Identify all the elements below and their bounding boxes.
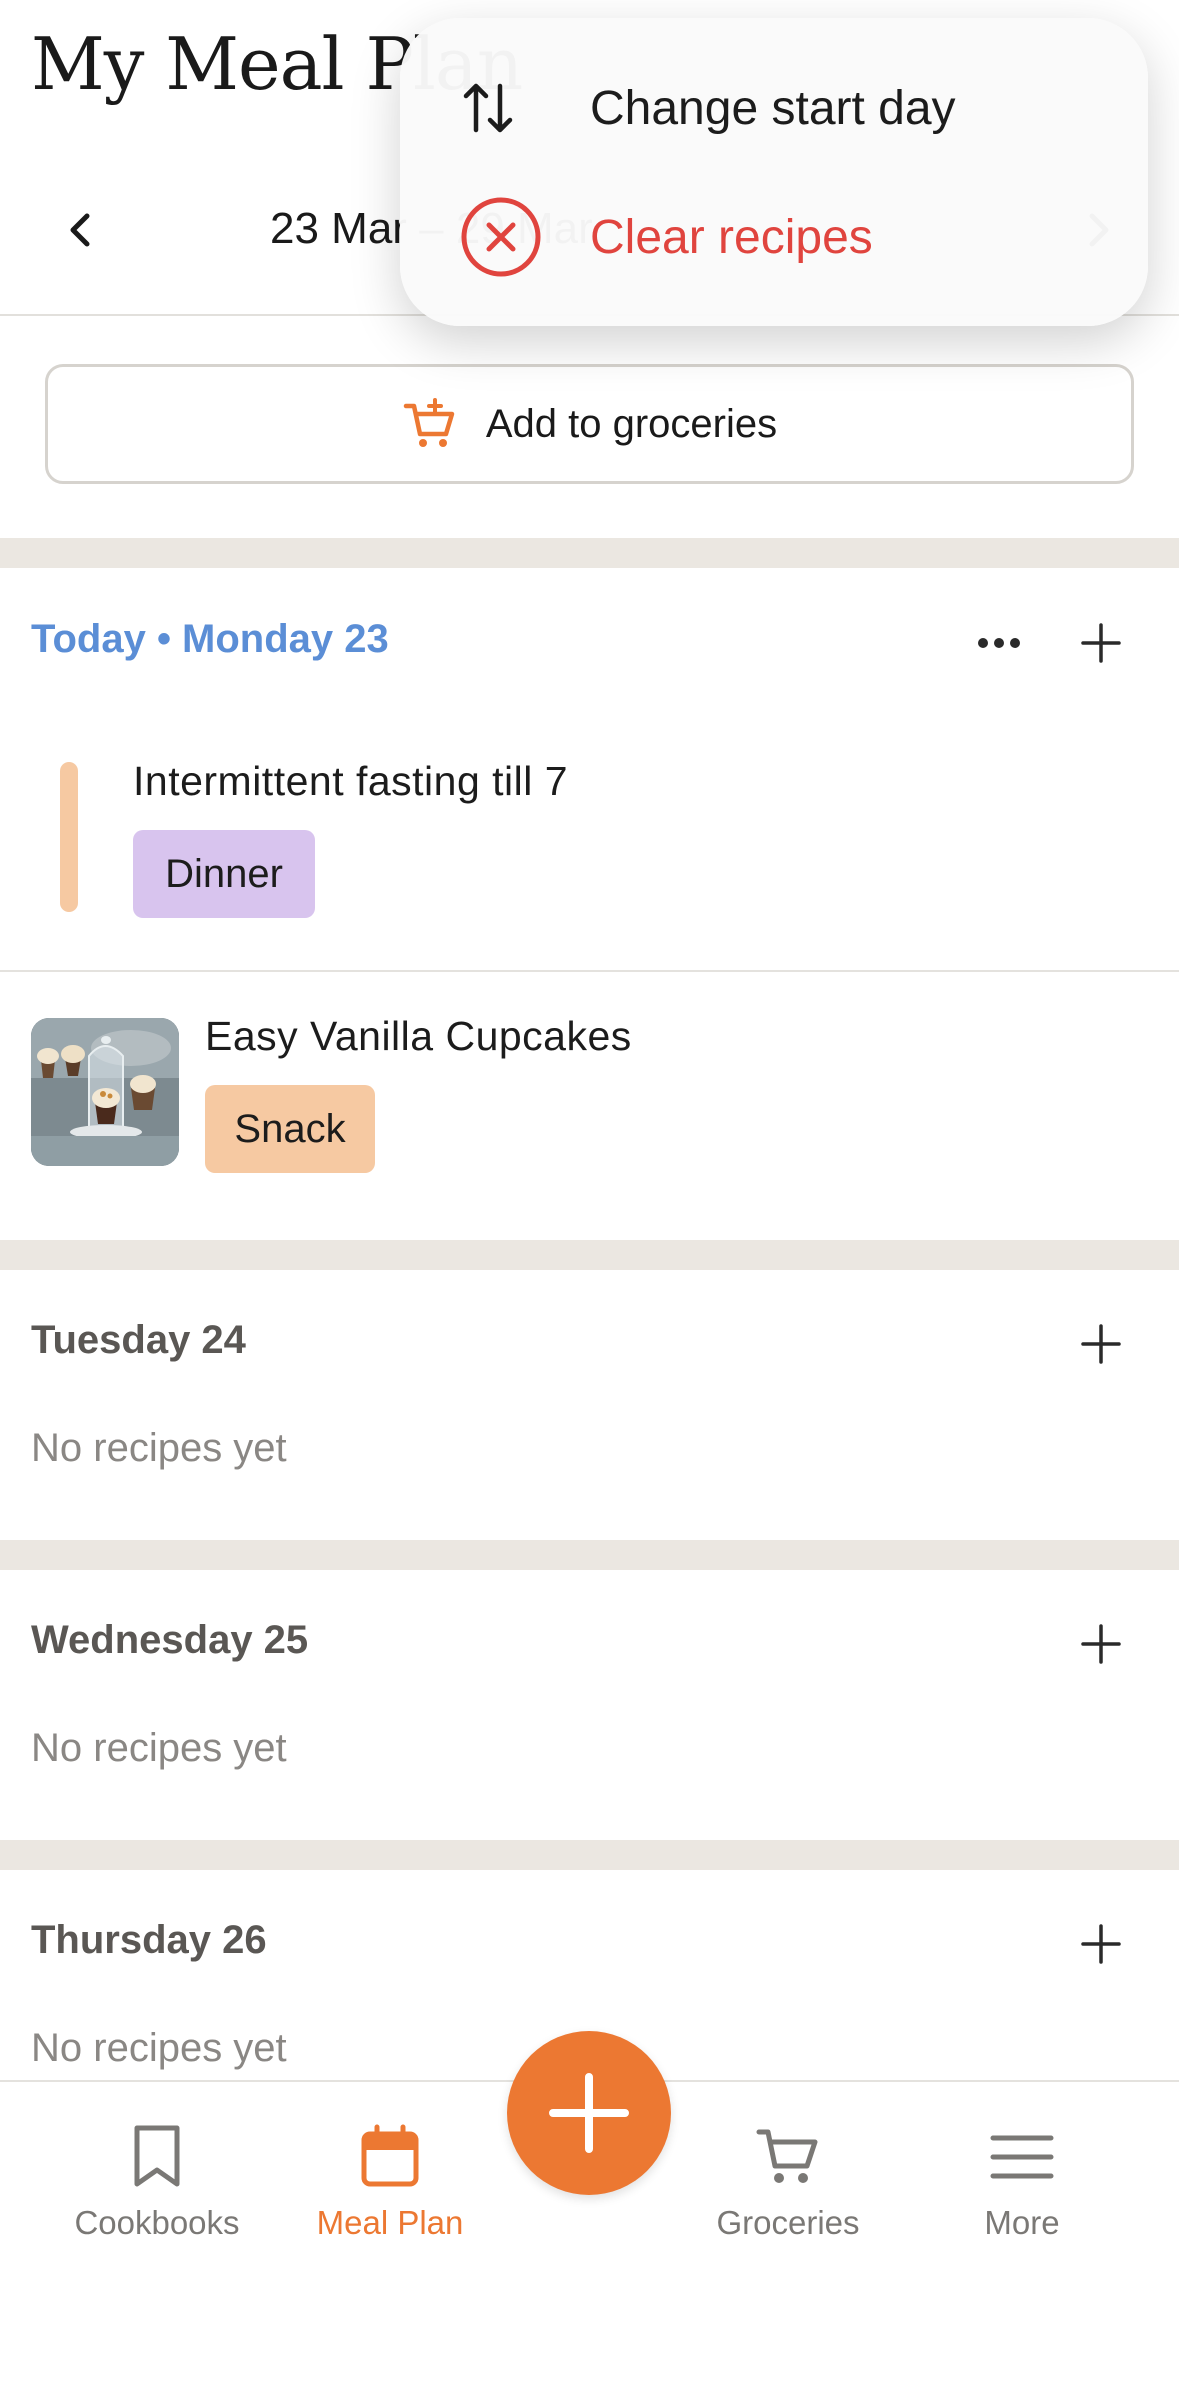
- section-separator: [0, 1540, 1179, 1570]
- previous-week-button[interactable]: [50, 200, 110, 260]
- note-title[interactable]: Intermittent fasting till 7: [133, 758, 568, 805]
- plus-icon: [1081, 623, 1121, 663]
- plus-icon: [1081, 1324, 1121, 1364]
- change-start-day-item[interactable]: Change start day: [460, 78, 956, 138]
- change-start-day-label: Change start day: [590, 81, 956, 135]
- day-options-button[interactable]: [969, 613, 1029, 673]
- add-recipe-wednesday-button[interactable]: [1071, 1614, 1131, 1674]
- calendar-icon: [361, 2124, 419, 2187]
- recipe-title[interactable]: Easy Vanilla Cupcakes: [205, 1013, 632, 1060]
- cupcake-image: [31, 1018, 179, 1166]
- day-header-thursday: Thursday 26: [31, 1918, 267, 1962]
- day-header-today: Today • Monday 23: [31, 617, 389, 661]
- plus-icon: [1081, 1624, 1121, 1664]
- tab-meal-plan[interactable]: Meal Plan: [290, 2124, 490, 2242]
- item-divider: [0, 970, 1179, 972]
- empty-state-text: No recipes yet: [31, 1426, 287, 1470]
- tab-label: More: [984, 2204, 1060, 2241]
- tab-label: Cookbooks: [74, 2204, 240, 2241]
- arrows-up-down-icon: [460, 78, 550, 138]
- options-menu: Change start day Clear recipes: [400, 18, 1148, 326]
- add-fab-button[interactable]: [507, 2031, 671, 2195]
- clear-recipes-item[interactable]: Clear recipes: [460, 196, 873, 278]
- section-separator: [0, 1840, 1179, 1870]
- note-indicator: [60, 762, 78, 912]
- plus-icon: [1081, 1924, 1121, 1964]
- plus-icon: [549, 2073, 629, 2153]
- tab-more[interactable]: More: [922, 2124, 1122, 2242]
- recipe-thumbnail[interactable]: [31, 1018, 179, 1166]
- tab-label: Meal Plan: [316, 2204, 464, 2241]
- add-to-groceries-label: Add to groceries: [485, 401, 778, 446]
- chevron-left-icon: [70, 213, 90, 247]
- tab-groceries[interactable]: Groceries: [688, 2124, 888, 2242]
- tab-label: Groceries: [716, 2204, 860, 2241]
- more-horizontal-icon: [978, 638, 1020, 648]
- x-circle-icon: [460, 196, 550, 278]
- add-recipe-thursday-button[interactable]: [1071, 1914, 1131, 1974]
- clear-recipes-label: Clear recipes: [590, 210, 873, 264]
- menu-icon: [990, 2135, 1054, 2179]
- add-recipe-today-button[interactable]: [1071, 613, 1131, 673]
- section-separator: [0, 538, 1179, 568]
- cart-plus-icon: [403, 398, 455, 447]
- bookmark-icon: [134, 2125, 180, 2187]
- section-separator: [0, 1240, 1179, 1270]
- day-header-wednesday: Wednesday 25: [31, 1618, 309, 1662]
- add-recipe-tuesday-button[interactable]: [1071, 1314, 1131, 1374]
- tab-cookbooks[interactable]: Cookbooks: [57, 2124, 257, 2242]
- empty-state-text: No recipes yet: [31, 2026, 287, 2070]
- cart-icon: [756, 2129, 818, 2183]
- add-to-groceries-button[interactable]: Add to groceries: [45, 364, 1134, 484]
- day-header-tuesday: Tuesday 24: [31, 1318, 246, 1362]
- snack-tag: Snack: [205, 1085, 375, 1173]
- empty-state-text: No recipes yet: [31, 1726, 287, 1770]
- dinner-tag: Dinner: [133, 830, 315, 918]
